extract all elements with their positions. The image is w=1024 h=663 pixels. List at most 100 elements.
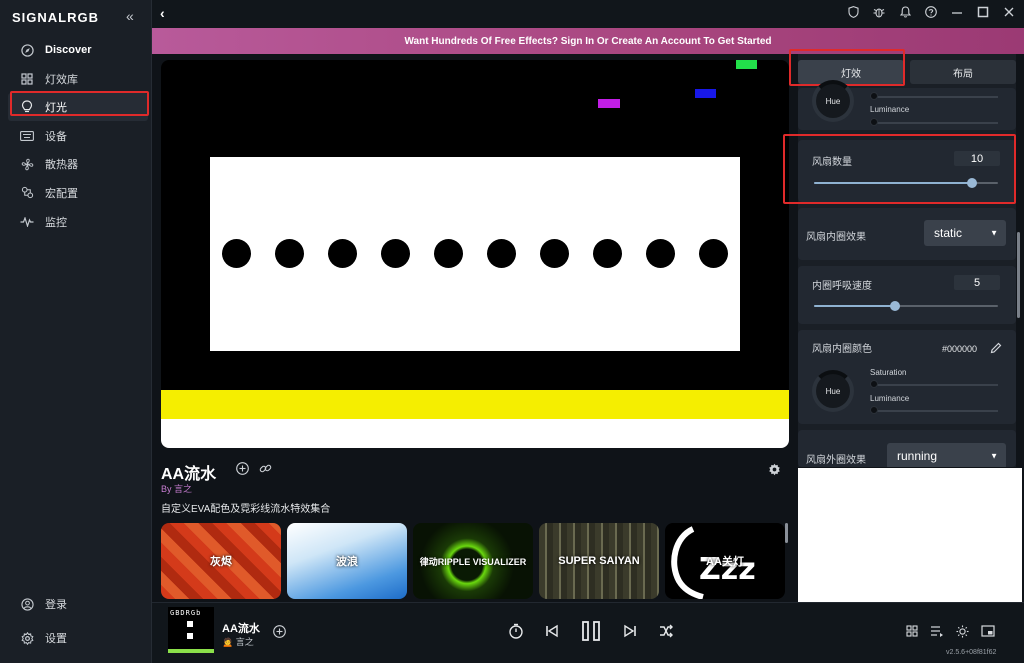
sidebar-item-label: 设备 bbox=[45, 130, 67, 143]
thumbnail-card[interactable]: 律动RIPPLE VISUALIZER bbox=[413, 523, 533, 599]
thumbnail-card[interactable]: SUPER SAIYAN bbox=[539, 523, 659, 599]
thumbnail-card[interactable]: 波浪 bbox=[287, 523, 407, 599]
select-value: running bbox=[897, 449, 938, 463]
sidebar-item-library[interactable]: 灯效库 bbox=[8, 65, 148, 93]
preview-dot bbox=[487, 239, 516, 268]
grid-icon[interactable] bbox=[906, 625, 918, 641]
timer-icon[interactable] bbox=[508, 623, 524, 639]
collapse-sidebar-icon[interactable]: « bbox=[126, 8, 134, 24]
tab-layout[interactable]: 布局 bbox=[910, 60, 1016, 84]
thumbnail-scrollbar[interactable] bbox=[785, 523, 788, 543]
sidebar-item-discover[interactable]: Discover bbox=[8, 36, 148, 64]
outer-effect-select[interactable]: running ▼ bbox=[887, 443, 1006, 467]
luminance-track[interactable] bbox=[874, 410, 998, 412]
luminance-label: Luminance bbox=[870, 394, 910, 403]
pause-icon[interactable] bbox=[580, 620, 602, 642]
chevron-down-icon: ▼ bbox=[990, 228, 998, 238]
saturation-track[interactable] bbox=[874, 96, 998, 98]
luminance-thumb[interactable] bbox=[870, 406, 878, 414]
effect-author[interactable]: By 言之 bbox=[161, 482, 192, 495]
sidebar-item-label: 登录 bbox=[45, 599, 67, 611]
skip-next-icon[interactable] bbox=[622, 623, 638, 639]
sidebar-item-macros[interactable]: 宏配置 bbox=[8, 179, 148, 207]
help-icon[interactable] bbox=[924, 6, 938, 21]
preview-dot bbox=[646, 239, 675, 268]
inner-effect-card: 风扇内圈效果 static ▼ bbox=[798, 208, 1016, 260]
link-icon[interactable] bbox=[259, 462, 272, 478]
picture-in-picture-icon[interactable] bbox=[981, 625, 995, 641]
breath-speed-slider-thumb[interactable] bbox=[889, 301, 900, 311]
sidebar-item-label: Discover bbox=[45, 44, 92, 56]
preview-dot bbox=[434, 239, 463, 268]
saturation-thumb[interactable] bbox=[870, 380, 878, 388]
luminance-thumb[interactable] bbox=[870, 118, 878, 126]
sidebar-item-devices[interactable]: 设备 bbox=[8, 122, 148, 150]
add-circle-icon[interactable] bbox=[273, 625, 286, 641]
saturation-track[interactable] bbox=[874, 384, 998, 386]
bell-icon[interactable] bbox=[898, 6, 912, 21]
hue-knob[interactable]: Hue bbox=[812, 370, 854, 412]
panel-scrollbar[interactable] bbox=[1017, 232, 1020, 318]
shuffle-icon[interactable] bbox=[658, 623, 674, 639]
preview-dot bbox=[381, 239, 410, 268]
knob-label: Hue bbox=[825, 386, 841, 396]
hue-knob[interactable]: Hue bbox=[812, 80, 854, 122]
add-circle-icon[interactable] bbox=[236, 462, 249, 478]
shield-icon[interactable] bbox=[846, 6, 860, 21]
thumbnail-card[interactable]: Zzz AA关灯 bbox=[665, 523, 785, 599]
author-text: 言之 bbox=[235, 637, 254, 647]
thumbnail-card[interactable]: 灰烬 bbox=[161, 523, 281, 599]
close-icon[interactable] bbox=[1002, 6, 1016, 21]
window-controls bbox=[846, 6, 1016, 21]
fan-count-slider-thumb[interactable] bbox=[967, 178, 978, 188]
luminance-track[interactable] bbox=[874, 122, 998, 124]
fan-count-value[interactable]: 10 bbox=[954, 151, 1000, 166]
sidebar-item-label: 灯效库 bbox=[45, 73, 78, 86]
skip-previous-icon[interactable] bbox=[544, 623, 560, 639]
sidebar-bottom: 登录 设置 bbox=[8, 590, 148, 653]
signin-banner[interactable]: Want Hundreds Of Free Effects? Sign In O… bbox=[152, 28, 1024, 54]
author-prefix: By bbox=[161, 484, 172, 494]
sidebar-item-label: 设置 bbox=[45, 633, 67, 645]
outer-effect-label: 风扇外圈效果 bbox=[806, 455, 866, 466]
keyboard-icon bbox=[20, 129, 34, 143]
now-playing-author: 🙍 言之 bbox=[222, 635, 254, 648]
bug-icon[interactable] bbox=[872, 6, 886, 21]
inner-color-hex[interactable]: #000000 bbox=[942, 344, 977, 354]
inner-color-card: 风扇内圈颜色 #000000 Hue Saturation Luminance bbox=[798, 330, 1016, 424]
back-icon[interactable]: ‹ bbox=[160, 5, 165, 21]
author-name: 言之 bbox=[174, 484, 193, 494]
tab-effects[interactable]: 灯效 bbox=[798, 60, 904, 84]
preview-dot bbox=[540, 239, 569, 268]
author-icon: 🙍 bbox=[222, 637, 234, 647]
title-bar: ‹ bbox=[152, 0, 1024, 28]
sidebar-item-monitor[interactable]: 监控 bbox=[8, 208, 148, 236]
sidebar-item-login[interactable]: 登录 bbox=[8, 590, 148, 618]
preview-dot bbox=[222, 239, 251, 268]
queue-icon[interactable] bbox=[930, 625, 944, 641]
now-playing-thumbnail[interactable]: GBDRGb bbox=[168, 607, 214, 653]
knob-label: Hue bbox=[825, 96, 841, 106]
pencil-icon[interactable] bbox=[990, 341, 1002, 359]
minimize-icon[interactable] bbox=[950, 6, 964, 21]
sidebar-item-cooling[interactable]: 散热器 bbox=[8, 150, 148, 178]
saturation-thumb[interactable] bbox=[870, 92, 878, 100]
macro-icon bbox=[20, 186, 34, 200]
preview-pixel-blue bbox=[695, 89, 716, 98]
app-root: SIGNALRGB « Discover 灯效库 灯光 设备 散热器 宏配置 监… bbox=[0, 0, 1024, 663]
preview-yellow-band bbox=[161, 390, 789, 419]
sidebar-item-label: 监控 bbox=[45, 216, 67, 229]
preview-pixel-green bbox=[736, 60, 757, 69]
grid-icon bbox=[20, 72, 34, 86]
app-logo: SIGNALRGB bbox=[12, 10, 99, 25]
effect-settings-icon[interactable] bbox=[768, 463, 781, 479]
maximize-icon[interactable] bbox=[976, 6, 990, 21]
sidebar-item-settings[interactable]: 设置 bbox=[8, 624, 148, 652]
breath-speed-value[interactable]: 5 bbox=[954, 275, 1000, 290]
select-value: static bbox=[934, 226, 963, 240]
brightness-icon[interactable] bbox=[956, 625, 969, 641]
inner-effect-select[interactable]: static ▼ bbox=[924, 220, 1006, 246]
blank-panel bbox=[798, 468, 1022, 602]
sidebar-item-lighting[interactable]: 灯光 bbox=[8, 93, 148, 122]
compass-icon bbox=[20, 43, 34, 57]
